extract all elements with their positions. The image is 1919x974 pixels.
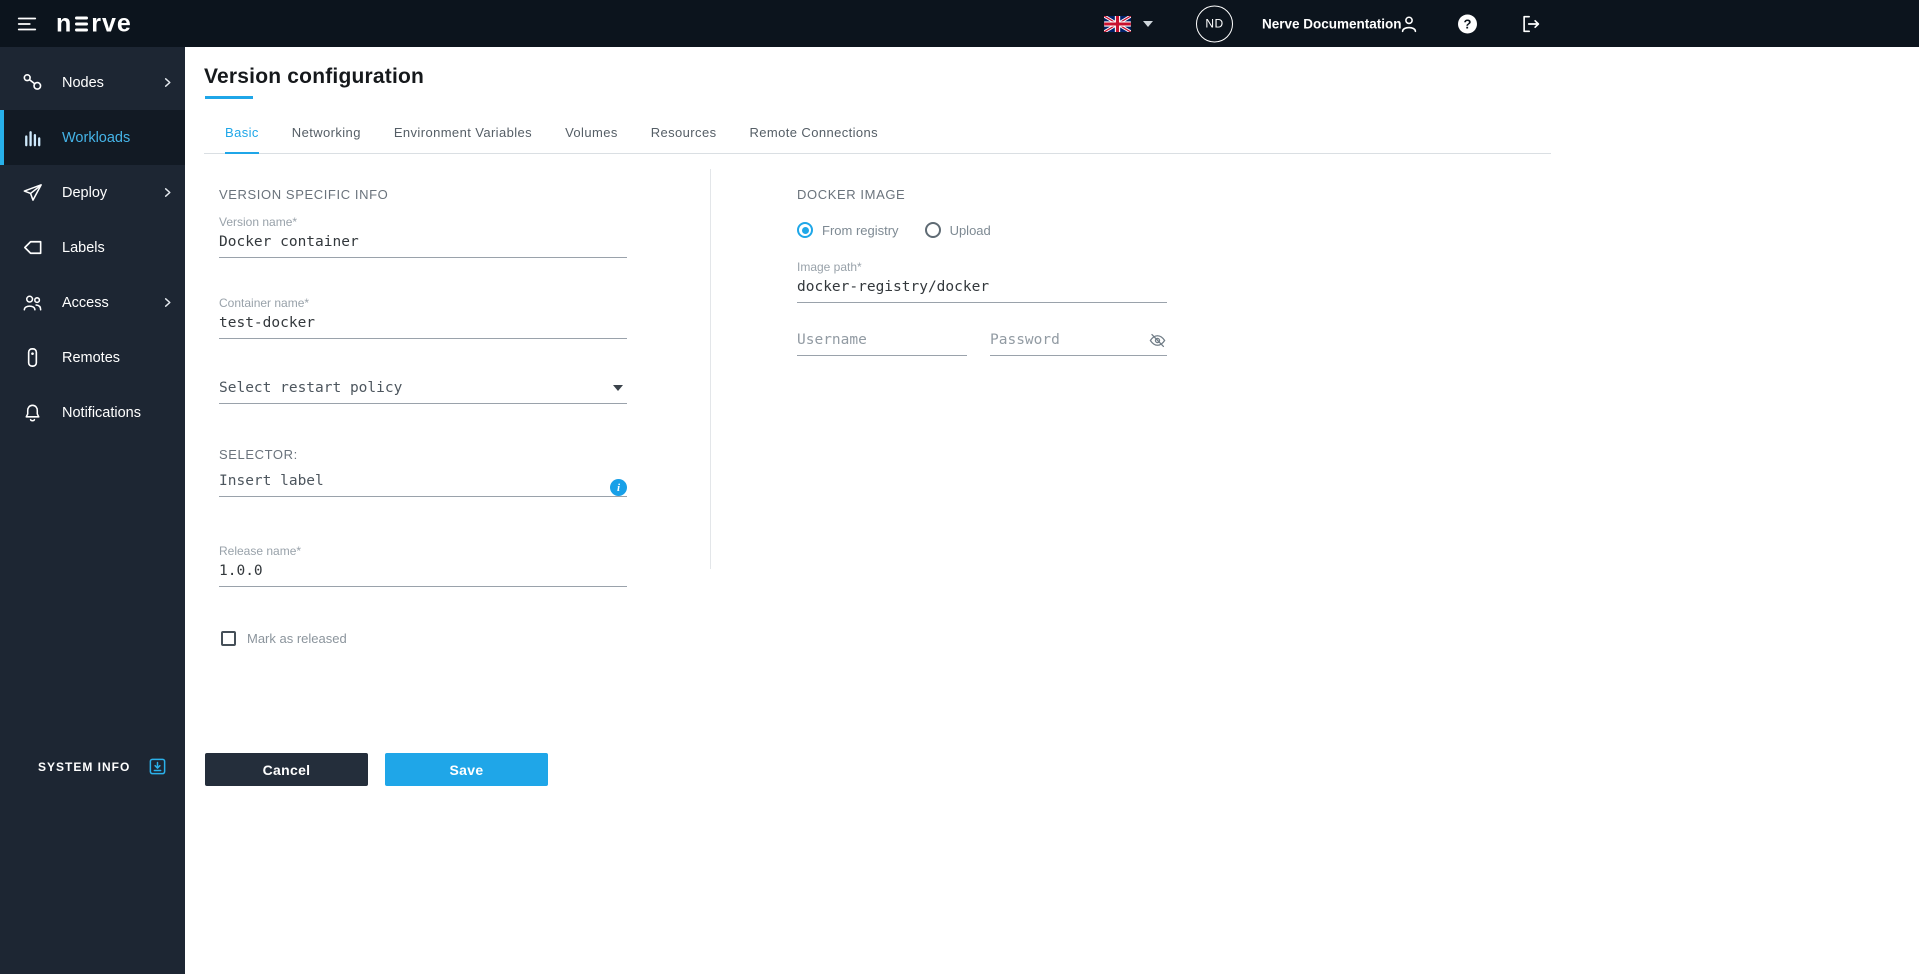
selector-label-field: Insert label i [219, 470, 627, 497]
info-icon[interactable]: i [610, 479, 627, 496]
from-registry-label: From registry [822, 223, 899, 238]
image-path-field: Image path* docker-registry/docker [797, 260, 1167, 303]
brand-text-suffix: rve [91, 11, 132, 36]
uk-flag-icon [1104, 16, 1131, 32]
version-name-label: Version name* [219, 215, 627, 229]
label-tag-icon [20, 236, 44, 259]
radio-selected-icon[interactable] [797, 222, 813, 238]
tab-volumes[interactable]: Volumes [565, 125, 618, 153]
chevron-right-icon [162, 297, 173, 308]
container-name-label: Container name* [219, 296, 627, 310]
system-info-label: SYSTEM INFO [38, 760, 130, 774]
chevron-down-icon [1143, 21, 1153, 27]
tab-basic[interactable]: Basic [225, 125, 259, 154]
users-icon [20, 291, 44, 314]
release-name-field: Release name* 1.0.0 [219, 544, 627, 587]
sidebar: Nodes Workloads Deploy Labels [0, 47, 185, 974]
section-version-specific-info: VERSION SPECIFIC INFO [219, 187, 388, 202]
image-path-label: Image path* [797, 260, 1167, 274]
sidebar-item-label: Deploy [62, 185, 107, 201]
tab-networking[interactable]: Networking [292, 125, 361, 153]
restart-policy-field: Select restart policy [219, 377, 627, 404]
sidebar-item-labels[interactable]: Labels [0, 220, 185, 275]
avatar[interactable]: ND [1196, 5, 1233, 42]
save-button[interactable]: Save [385, 753, 548, 786]
sidebar-item-label: Access [62, 295, 109, 311]
image-path-input[interactable]: docker-registry/docker [797, 276, 1167, 303]
radio-unselected-icon[interactable] [925, 222, 941, 238]
logout-icon[interactable] [1520, 13, 1542, 35]
brand-logo: n rve [56, 11, 132, 36]
sidebar-item-remotes[interactable]: Remotes [0, 330, 185, 385]
container-name-input[interactable]: test-docker [219, 312, 627, 339]
password-field: Password [990, 329, 1167, 356]
system-info-icon [148, 757, 167, 776]
user-icon[interactable] [1398, 13, 1420, 35]
release-name-label: Release name* [219, 544, 627, 558]
column-divider [710, 169, 711, 569]
username-input[interactable]: Username [797, 329, 967, 356]
sidebar-item-workloads[interactable]: Workloads [0, 110, 185, 165]
deploy-icon [20, 181, 44, 204]
sidebar-item-label: Nodes [62, 75, 104, 91]
section-selector: SELECTOR: [219, 447, 298, 462]
sidebar-item-label: Remotes [62, 350, 120, 366]
sidebar-item-label: Notifications [62, 405, 141, 421]
tab-resources[interactable]: Resources [651, 125, 717, 153]
radio-upload[interactable]: Upload [925, 222, 991, 238]
radio-from-registry[interactable]: From registry [797, 222, 899, 238]
password-input[interactable]: Password [990, 329, 1167, 356]
select-caret-icon[interactable] [613, 385, 623, 391]
tab-bar: Basic Networking Environment Variables V… [204, 125, 1551, 154]
language-selector[interactable] [1104, 16, 1153, 32]
selector-label-input[interactable]: Insert label [219, 470, 627, 497]
help-icon[interactable]: ? [1458, 14, 1477, 33]
eye-off-icon[interactable] [1148, 331, 1167, 350]
remote-icon [20, 346, 44, 369]
username-field: Username [797, 329, 967, 356]
restart-policy-select[interactable]: Select restart policy [219, 377, 627, 404]
help-glyph: ? [1458, 14, 1477, 33]
container-name-field: Container name* test-docker [219, 296, 627, 339]
chevron-right-icon [162, 187, 173, 198]
workloads-icon [20, 126, 44, 149]
brand-text-prefix: n [56, 11, 72, 36]
cancel-button[interactable]: Cancel [205, 753, 368, 786]
upload-label: Upload [950, 223, 991, 238]
sidebar-item-deploy[interactable]: Deploy [0, 165, 185, 220]
sidebar-item-notifications[interactable]: Notifications [0, 385, 185, 440]
version-name-input[interactable]: Docker container [219, 231, 627, 258]
sidebar-item-label: Labels [62, 240, 105, 256]
page-title: Version configuration [204, 65, 424, 89]
tab-environment-variables[interactable]: Environment Variables [394, 125, 532, 153]
sidebar-item-nodes[interactable]: Nodes [0, 55, 185, 110]
mark-as-released-label: Mark as released [247, 631, 347, 646]
mark-as-released-checkbox-row[interactable]: Mark as released [221, 631, 347, 646]
avatar-initials: ND [1205, 17, 1223, 31]
main-content: Version configuration Basic Networking E… [185, 47, 1919, 974]
chevron-right-icon [162, 77, 173, 88]
title-accent-underline [205, 96, 253, 99]
top-bar: n rve ND Nerve Documentation ? [0, 0, 1919, 47]
sidebar-item-label: Workloads [62, 130, 130, 146]
checkbox-icon[interactable] [221, 631, 236, 646]
tab-remote-connections[interactable]: Remote Connections [749, 125, 878, 153]
release-name-input[interactable]: 1.0.0 [219, 560, 627, 587]
image-source-radio-group: From registry Upload [797, 222, 991, 238]
nodes-icon [20, 71, 44, 94]
section-docker-image: DOCKER IMAGE [797, 187, 905, 202]
sidebar-item-access[interactable]: Access [0, 275, 185, 330]
system-info-button[interactable]: SYSTEM INFO [0, 757, 185, 776]
menu-icon[interactable] [16, 13, 38, 35]
brand-e-icon [75, 16, 88, 31]
version-name-field: Version name* Docker container [219, 215, 627, 258]
bell-icon [20, 401, 44, 424]
docs-link[interactable]: Nerve Documentation [1262, 16, 1402, 31]
